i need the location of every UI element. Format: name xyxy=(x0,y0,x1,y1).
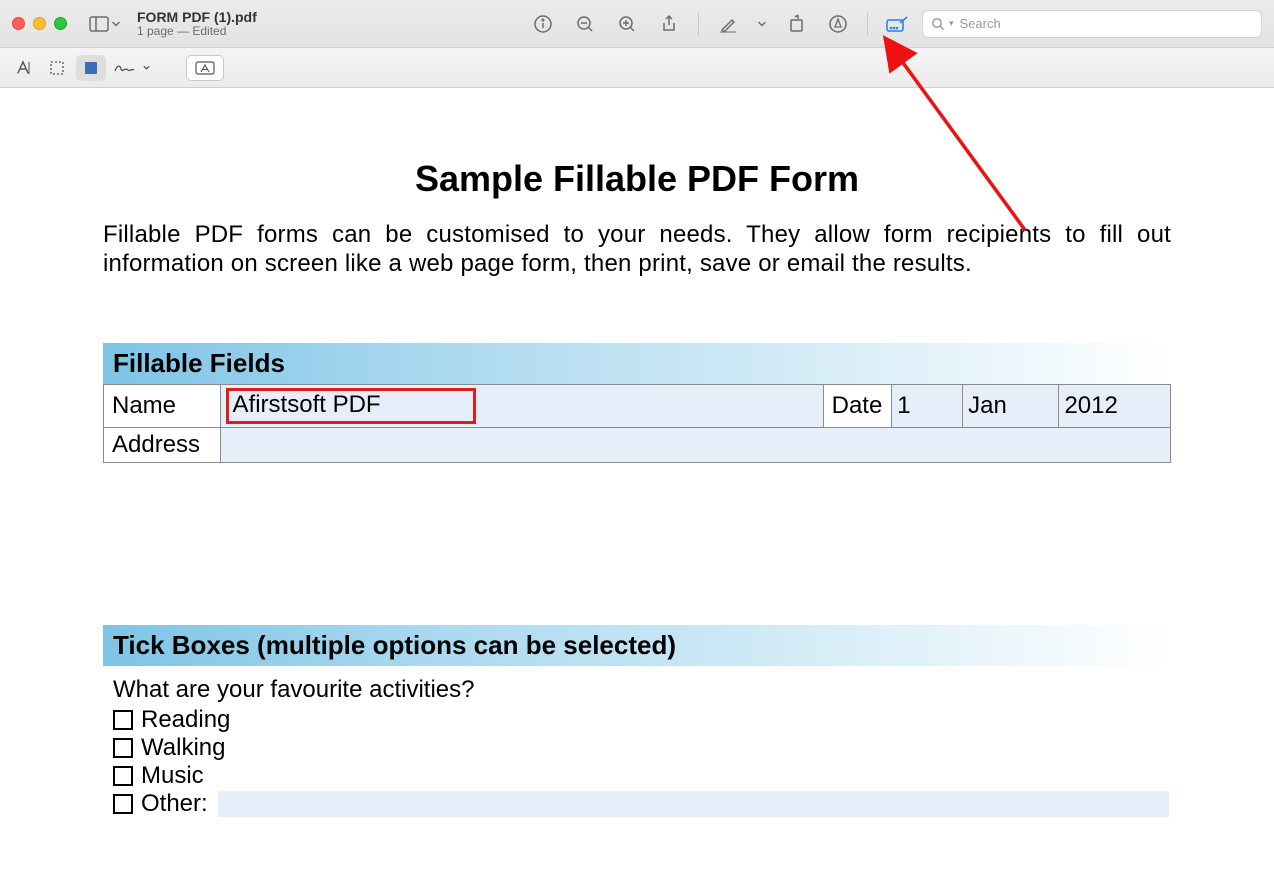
checkbox-music[interactable] xyxy=(113,766,133,786)
window-title-block: FORM PDF (1).pdf 1 page — Edited xyxy=(137,9,257,39)
sidebar-toggle[interactable] xyxy=(89,16,121,32)
highlight-dropdown[interactable] xyxy=(753,8,771,40)
document-page: Sample Fillable PDF Form Fillable PDF fo… xyxy=(0,88,1274,818)
chevron-down-icon xyxy=(142,63,151,72)
info-icon xyxy=(533,14,553,34)
table-row: Name Afirstsoft PDF Date 1 Jan 2012 xyxy=(104,384,1171,427)
rotate-icon xyxy=(786,14,806,34)
tick-question: What are your favourite activities? xyxy=(103,676,1171,704)
filename: FORM PDF (1).pdf xyxy=(137,9,257,25)
form-fields-button[interactable] xyxy=(880,8,914,40)
fillable-fields-header: Fillable Fields xyxy=(103,343,1171,384)
search-input[interactable] xyxy=(960,16,1253,31)
selection-icon xyxy=(48,59,66,77)
info-button[interactable] xyxy=(526,8,560,40)
checkbox-label: Music xyxy=(141,762,204,790)
text-box-tool[interactable] xyxy=(186,55,224,81)
pen-icon xyxy=(718,14,738,34)
table-row: Address xyxy=(104,427,1171,462)
signature-icon xyxy=(112,59,142,77)
zoom-in-icon xyxy=(617,14,637,34)
checkbox-row-reading: Reading xyxy=(103,706,1171,734)
checkbox-row-music: Music xyxy=(103,762,1171,790)
text-icon xyxy=(14,59,32,77)
share-icon xyxy=(659,14,679,34)
page-status: 1 page — Edited xyxy=(137,25,257,39)
date-year-field[interactable]: 2012 xyxy=(1059,384,1171,427)
date-month-field[interactable]: Jan xyxy=(963,384,1059,427)
document-title: Sample Fillable PDF Form xyxy=(103,158,1171,200)
checkbox-label: Walking xyxy=(141,734,225,762)
checkbox-row-other: Other: xyxy=(103,790,1171,818)
checkbox-other[interactable] xyxy=(113,794,133,814)
text-box-icon xyxy=(194,60,216,76)
minimize-window-button[interactable] xyxy=(33,17,46,30)
titlebar: FORM PDF (1).pdf 1 page — Edited xyxy=(0,0,1274,48)
toolbar-divider xyxy=(698,12,699,36)
search-icon xyxy=(931,17,945,31)
sign-tool[interactable] xyxy=(110,55,152,81)
toolbar-divider xyxy=(867,12,868,36)
name-value: Afirstsoft PDF xyxy=(226,388,476,424)
highlight-button[interactable] xyxy=(711,8,745,40)
tick-section: Tick Boxes (multiple options can be sele… xyxy=(103,625,1171,818)
other-text-field[interactable] xyxy=(218,791,1169,817)
close-window-button[interactable] xyxy=(12,17,25,30)
address-field[interactable] xyxy=(220,427,1170,462)
fields-table: Name Afirstsoft PDF Date 1 Jan 2012 Addr… xyxy=(103,384,1171,463)
checkbox-reading[interactable] xyxy=(113,710,133,730)
checkbox-label: Reading xyxy=(141,706,230,734)
date-day-field[interactable]: 1 xyxy=(892,384,963,427)
address-label: Address xyxy=(104,427,221,462)
redact-icon xyxy=(82,59,100,77)
markup-button[interactable] xyxy=(821,8,855,40)
markup-toolbar xyxy=(0,48,1274,88)
share-button[interactable] xyxy=(652,8,686,40)
chevron-down-icon: ▾ xyxy=(949,18,954,29)
chevron-down-icon xyxy=(757,19,767,29)
rotate-button[interactable] xyxy=(779,8,813,40)
name-label: Name xyxy=(104,384,221,427)
zoom-out-icon xyxy=(575,14,595,34)
selection-tool[interactable] xyxy=(42,55,72,81)
text-tool[interactable] xyxy=(8,55,38,81)
name-field[interactable]: Afirstsoft PDF xyxy=(220,384,823,427)
window-controls xyxy=(12,17,67,30)
form-fields-icon xyxy=(885,15,909,33)
markup-pen-icon xyxy=(828,14,848,34)
fullscreen-window-button[interactable] xyxy=(54,17,67,30)
checkbox-walking[interactable] xyxy=(113,738,133,758)
zoom-out-button[interactable] xyxy=(568,8,602,40)
redact-tool[interactable] xyxy=(76,55,106,81)
search-field[interactable]: ▾ xyxy=(922,10,1262,38)
zoom-in-button[interactable] xyxy=(610,8,644,40)
checkbox-row-walking: Walking xyxy=(103,734,1171,762)
chevron-down-icon xyxy=(111,19,121,29)
tick-boxes-header: Tick Boxes (multiple options can be sele… xyxy=(103,625,1171,666)
date-label: Date xyxy=(823,384,892,427)
checkbox-label: Other: xyxy=(141,790,208,818)
intro-paragraph: Fillable PDF forms can be customised to … xyxy=(103,220,1171,279)
